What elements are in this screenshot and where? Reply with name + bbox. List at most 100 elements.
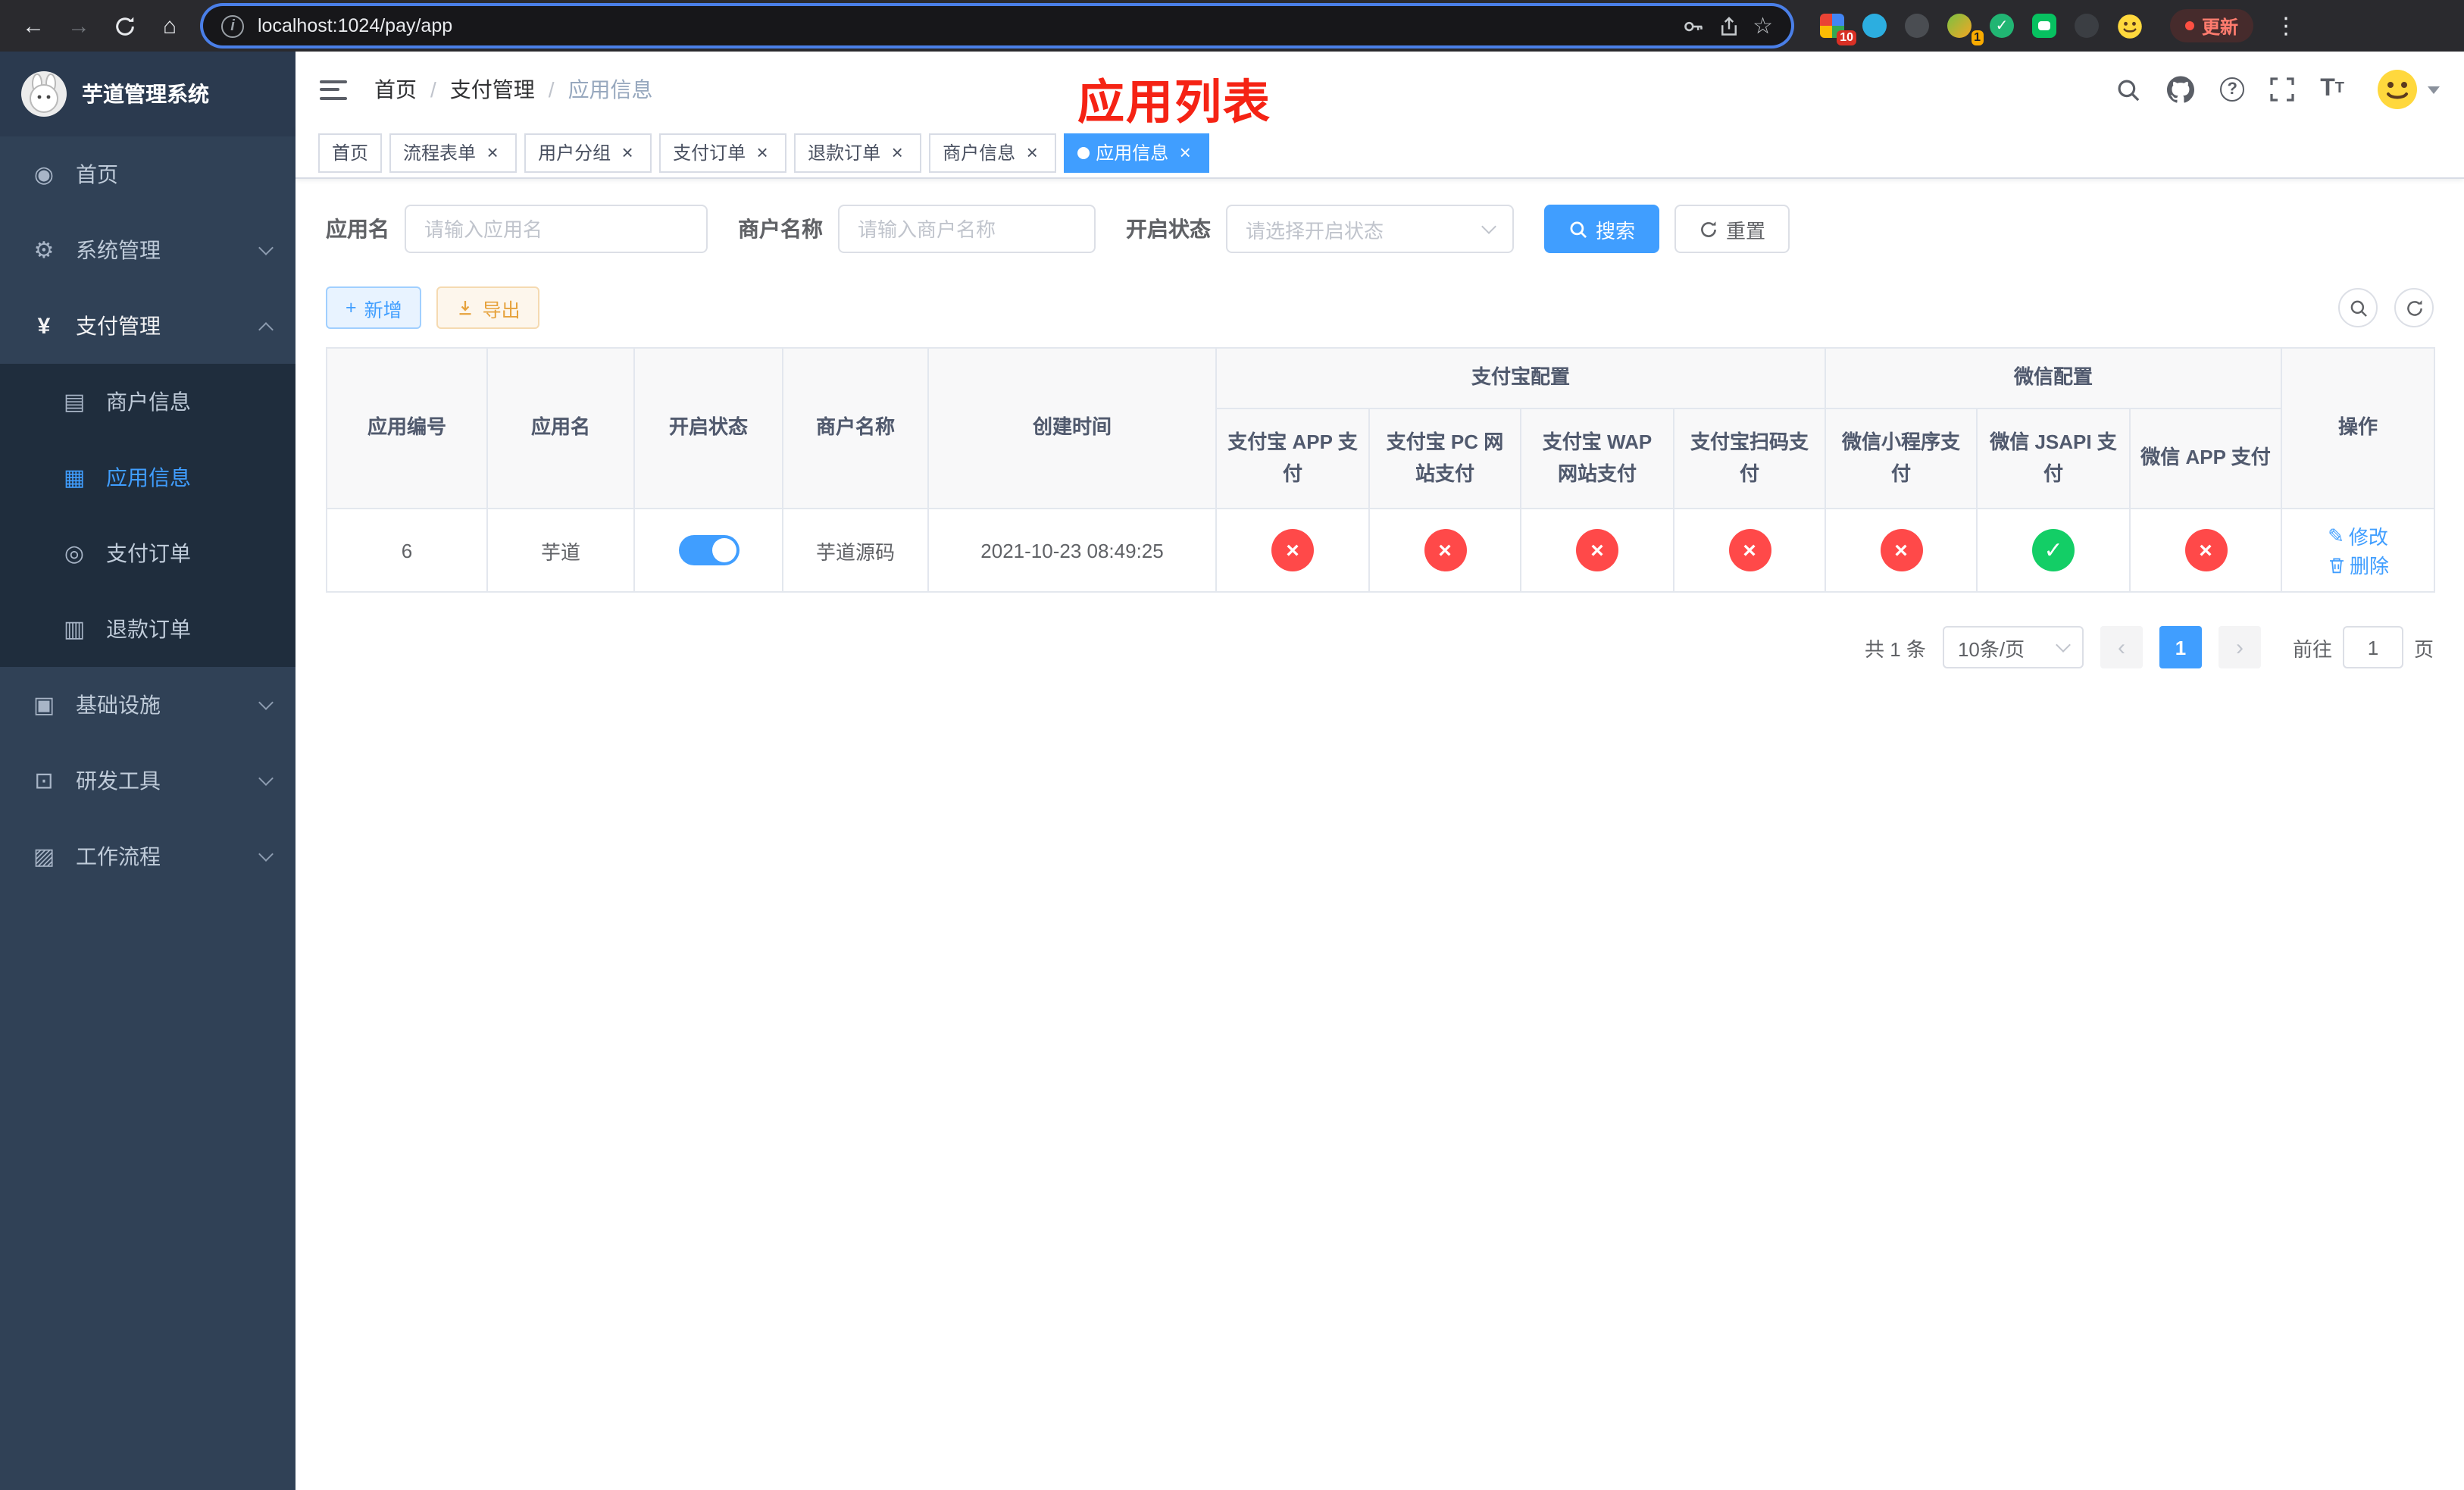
delete-link[interactable]: 删除 xyxy=(2327,550,2389,579)
avatar-extension-badge: 1 xyxy=(1971,30,1984,45)
sidebar-item-pay-order[interactable]: ◎ 支付订单 xyxy=(0,515,295,591)
bookmark-star-icon[interactable]: ☆ xyxy=(1753,12,1773,39)
app-name-input[interactable] xyxy=(405,205,708,253)
extension-bird-icon[interactable] xyxy=(2073,12,2100,39)
sidebar-item-system[interactable]: ⚙ 系统管理 xyxy=(0,212,295,288)
sidebar-item-workflow[interactable]: ▨ 工作流程 xyxy=(0,819,295,894)
site-info-icon[interactable]: i xyxy=(221,14,244,37)
toolbox-icon: ⊡ xyxy=(34,768,54,794)
sidebar-item-infra[interactable]: ▣ 基础设施 xyxy=(0,667,295,743)
breadcrumb-payment[interactable]: 支付管理 xyxy=(450,74,535,105)
status-label: 开启状态 xyxy=(1126,217,1211,241)
col-alipay-pc: 支付宝 PC 网站支付 xyxy=(1368,408,1521,509)
chevron-down-icon xyxy=(258,771,274,786)
export-button[interactable]: 导出 xyxy=(436,286,540,329)
extensions-area: 10 1 ✓ xyxy=(1818,12,2143,45)
user-avatar-menu[interactable] xyxy=(2376,68,2440,111)
app-logo[interactable]: 芋道管理系统 xyxy=(0,52,295,136)
edit-link[interactable]: ✎ 修改 xyxy=(2328,521,2388,550)
share-icon[interactable] xyxy=(1718,14,1739,37)
close-icon[interactable]: × xyxy=(1174,142,1196,163)
breadcrumb-home[interactable]: 首页 xyxy=(374,74,417,105)
status-toggle[interactable] xyxy=(678,535,739,565)
goto-page-input[interactable] xyxy=(2342,626,2403,668)
close-icon[interactable]: × xyxy=(617,142,638,163)
close-icon[interactable]: × xyxy=(752,142,773,163)
chevron-down-icon xyxy=(258,695,274,710)
cell-actions: ✎ 修改 删除 xyxy=(2281,508,2436,593)
logo-avatar xyxy=(21,71,67,117)
extension-check-icon[interactable]: ✓ xyxy=(1988,12,2015,39)
navbar-tools: ? TT xyxy=(2115,68,2440,111)
sidebar-item-dev-tools[interactable]: ⊡ 研发工具 xyxy=(0,743,295,819)
font-size-icon[interactable]: TT xyxy=(2320,77,2344,102)
help-icon[interactable]: ? xyxy=(2220,77,2245,102)
extension-puzzle-icon[interactable]: 10 xyxy=(1818,12,1856,45)
plus-icon: + xyxy=(346,297,357,318)
chevron-down-icon xyxy=(258,240,274,255)
search-form: 应用名 商户名称 开启状态 请选择开启状态 xyxy=(326,205,2434,253)
sidebar-item-refund-order[interactable]: ▥ 退款订单 xyxy=(0,591,295,667)
tab-refund-order[interactable]: 退款订单 × xyxy=(794,133,922,172)
prev-page-button[interactable]: ‹ xyxy=(2100,626,2143,668)
tab-app-info[interactable]: 应用信息 × xyxy=(1064,133,1210,172)
close-icon[interactable]: × xyxy=(1021,142,1043,163)
extension-dark-icon[interactable] xyxy=(1903,12,1931,39)
card-icon: ▤ xyxy=(63,390,86,415)
main-area: 首页 / 支付管理 / 应用信息 ? T T 首页 流程表单 × 用户分组 × … xyxy=(295,52,2464,1490)
close-icon[interactable]: × xyxy=(886,142,908,163)
tab-home[interactable]: 首页× xyxy=(318,133,383,172)
browser-menu-icon[interactable]: ⋮ xyxy=(2275,12,2297,39)
caret-down-icon xyxy=(2428,86,2440,93)
sidebar: 芋道管理系统 ◉ 首页 ⚙ 系统管理 ¥ 支付管理 ▤ 商户信息 ▦ 应用信息 … xyxy=(0,52,295,1490)
password-key-icon[interactable] xyxy=(1681,14,1704,37)
app-table: 应用编号 应用名 开启状态 商户名称 创建时间 支付宝配置 微信配置 操作 支付… xyxy=(326,347,2436,593)
page-number-button[interactable]: 1 xyxy=(2159,626,2202,668)
fullscreen-icon[interactable] xyxy=(2270,77,2294,102)
monitor-icon: ▣ xyxy=(33,693,55,718)
sidebar-item-home[interactable]: ◉ 首页 xyxy=(0,136,295,212)
browser-update-button[interactable]: 更新 xyxy=(2170,9,2254,42)
next-page-button[interactable]: › xyxy=(2218,626,2261,668)
app-title: 芋道管理系统 xyxy=(82,82,209,106)
sidebar-item-label: 应用信息 xyxy=(106,465,191,490)
reload-icon[interactable] xyxy=(106,8,142,44)
merchant-name-input[interactable] xyxy=(838,205,1096,253)
toggle-search-icon[interactable] xyxy=(2338,288,2378,327)
goto-suffix: 页 xyxy=(2413,637,2434,660)
tab-pay-order[interactable]: 支付订单 × xyxy=(659,133,787,172)
refresh-icon[interactable] xyxy=(2394,288,2434,327)
status-select[interactable]: 请选择开启状态 xyxy=(1226,205,1514,253)
extension-emoji-icon[interactable] xyxy=(2115,12,2143,39)
sidebar-item-app-info[interactable]: ▦ 应用信息 xyxy=(0,440,295,515)
workflow-icon: ▨ xyxy=(33,844,55,870)
sidebar-item-label: 系统管理 xyxy=(76,238,161,262)
back-icon[interactable]: ← xyxy=(15,8,52,44)
extension-avatar-icon[interactable]: 1 xyxy=(1946,12,1984,45)
extension-chat-icon[interactable] xyxy=(2031,12,2058,39)
dashboard-icon: ◉ xyxy=(33,162,55,188)
app-name-label: 应用名 xyxy=(326,217,389,241)
forward-icon[interactable]: → xyxy=(61,8,97,44)
add-button[interactable]: + 新增 xyxy=(326,286,422,329)
search-icon[interactable] xyxy=(2115,77,2141,102)
close-icon[interactable]: × xyxy=(482,142,503,163)
address-bar[interactable]: i localhost:1024/pay/app ☆ xyxy=(203,6,1791,45)
browser-home-icon[interactable]: ⌂ xyxy=(152,8,188,44)
cell-app-name: 芋道 xyxy=(486,508,635,593)
sidebar-item-merchant-info[interactable]: ▤ 商户信息 xyxy=(0,364,295,440)
browser-toolbar: ← → ⌂ i localhost:1024/pay/app ☆ 10 1 ✓ … xyxy=(0,0,2464,52)
reset-button[interactable]: 重置 xyxy=(1674,205,1790,253)
tab-process-form[interactable]: 流程表单 × xyxy=(389,133,518,172)
sidebar-item-payment[interactable]: ¥ 支付管理 xyxy=(0,288,295,364)
update-dot-icon xyxy=(2185,21,2194,30)
sidebar-collapse-icon[interactable] xyxy=(320,80,347,99)
search-button[interactable]: 搜索 xyxy=(1544,205,1660,253)
extension-drop-icon[interactable] xyxy=(1861,12,1888,39)
tab-user-group[interactable]: 用户分组 × xyxy=(524,133,652,172)
tab-merchant-info[interactable]: 商户信息 × xyxy=(929,133,1057,172)
github-icon[interactable] xyxy=(2167,76,2195,103)
sidebar-item-label: 工作流程 xyxy=(76,844,161,869)
chevron-down-icon xyxy=(1481,219,1496,234)
page-size-select[interactable]: 10条/页 xyxy=(1942,626,2084,668)
